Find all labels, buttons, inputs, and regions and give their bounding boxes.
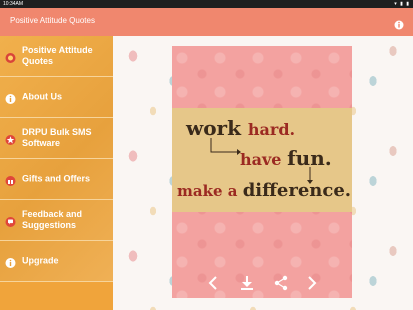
quote-line-2: have fun. (240, 146, 332, 170)
drawer-item-drpu-bulk-sms[interactable]: DRPU Bulk SMS Software (0, 118, 113, 159)
drawer-footer (0, 282, 113, 310)
navigation-drawer: Positive Attitude Quotes About Us DRPU B… (0, 36, 113, 310)
status-bar: 10:34AM ▾ ▮ ▮ (0, 0, 413, 8)
feedback-icon (5, 215, 16, 227)
drawer-item-about-us[interactable]: About Us (0, 77, 113, 118)
info-icon (5, 256, 16, 268)
quote-line-3: make a difference. (177, 180, 351, 201)
app-logo-icon (5, 51, 16, 63)
quote-word-hard: hard. (247, 120, 296, 139)
info-icon[interactable] (394, 17, 404, 35)
arrow-icon (210, 138, 241, 155)
quote-word-have: have (240, 150, 282, 169)
download-icon[interactable] (238, 274, 256, 292)
info-icon (5, 92, 16, 104)
app-bar: Positive Attitude Quotes (0, 8, 413, 36)
app-title: Positive Attitude Quotes (10, 16, 95, 25)
chevron-left-icon[interactable] (205, 274, 223, 292)
drawer-item-label: Gifts and Offers (22, 173, 91, 184)
quote-word-make-a: make a (177, 182, 238, 200)
chevron-right-icon[interactable] (302, 274, 320, 292)
drawer-item-positive-attitude-quotes[interactable]: Positive Attitude Quotes (0, 36, 113, 77)
drawer-item-gifts-and-offers[interactable]: Gifts and Offers (0, 159, 113, 200)
quote-image: work hard. have fun. make a difference. (172, 108, 352, 212)
drawer-item-label: Feedback and Suggestions (22, 209, 83, 230)
drawer-item-feedback[interactable]: Feedback and Suggestions (0, 200, 113, 241)
card-navigation (172, 270, 352, 298)
drawer-item-upgrade[interactable]: Upgrade (0, 241, 113, 282)
gift-icon (5, 174, 16, 186)
quote-word-difference: difference. (242, 180, 352, 201)
drawer-item-label: Positive Attitude Quotes (22, 45, 93, 66)
star-icon (5, 133, 16, 145)
status-icons: ▾ ▮ ▮ (394, 1, 410, 7)
drawer-item-label: About Us (22, 91, 62, 102)
status-time: 10:34AM (3, 1, 24, 7)
drawer-item-label: DRPU Bulk SMS Software (22, 127, 92, 148)
quote-card: work hard. have fun. make a difference. (172, 46, 352, 298)
drawer-item-label: Upgrade (22, 255, 59, 266)
share-icon[interactable] (272, 274, 290, 292)
